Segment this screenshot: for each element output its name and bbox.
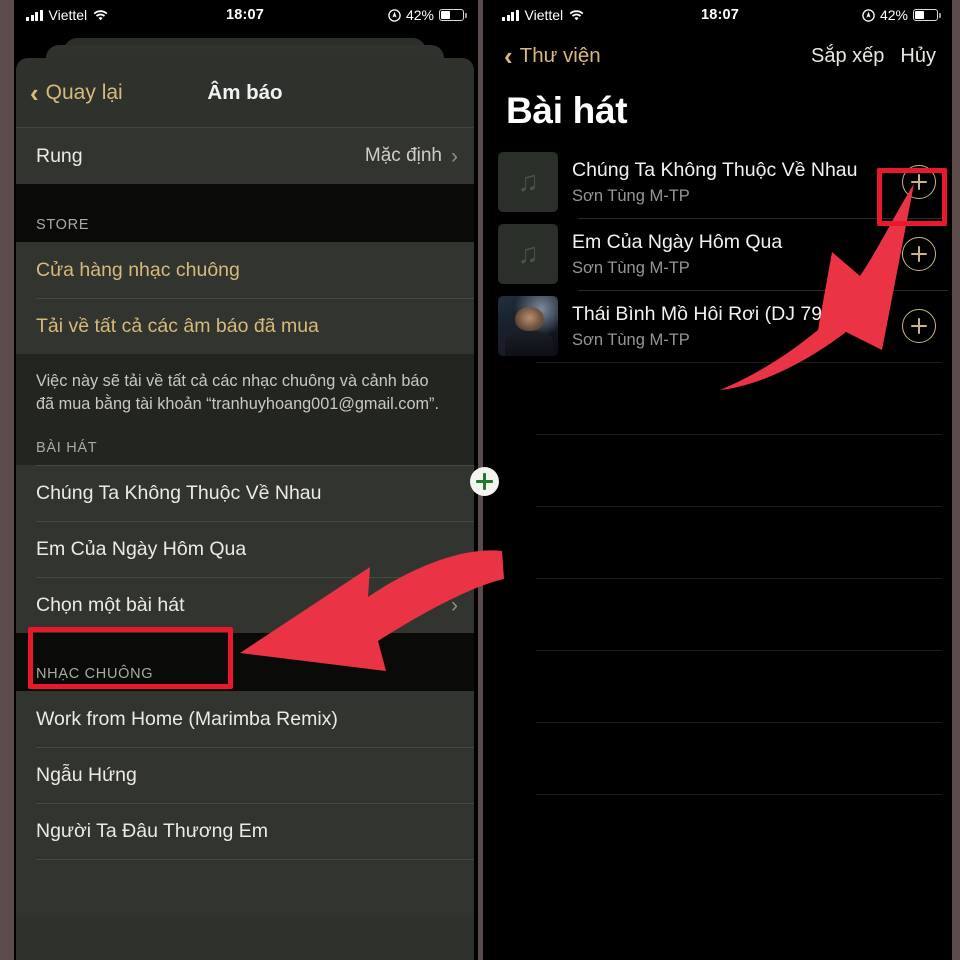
status-bar-right-group: 42% [862, 0, 941, 30]
status-bar-left: Viettel 18:07 42% [16, 0, 474, 30]
battery-percent-label: 42% [879, 7, 908, 23]
song-title: Thái Bình Mồ Hôi Rơi (DJ 79 Remo... [572, 302, 896, 325]
row-vibration[interactable]: Rung Mặc định › [16, 128, 474, 184]
chevron-right-icon: › [451, 144, 458, 168]
song-meta: Thái Bình Mồ Hôi Rơi (DJ 79 Remo... Sơn … [558, 303, 902, 350]
song-title: Em Của Ngày Hôm Qua [572, 230, 783, 253]
status-bar-right-group: 42% [388, 0, 467, 30]
back-button-quay-lai[interactable]: ‹ Quay lại [16, 80, 123, 106]
artwork-body-shape [505, 330, 554, 356]
add-song-button[interactable] [902, 309, 936, 343]
nav-action-group: Sắp xếp Hủy [811, 45, 936, 68]
right-nav-bar: ‹ Thư viện Sắp xếp Hủy [492, 30, 948, 82]
battery-icon [913, 9, 941, 21]
row-download-purchased[interactable]: Tải về tất cả các âm báo đã mua [16, 298, 474, 354]
empty-row [492, 362, 948, 434]
song-list-item[interactable]: Thái Bình Mồ Hôi Rơi (DJ 79 Remo... Sơn … [492, 290, 948, 362]
row-ringtone-partial[interactable] [16, 859, 474, 916]
row-vibration-label: Rung [36, 144, 83, 167]
row-song-2[interactable]: Em Của Ngày Hôm Qua [16, 521, 474, 578]
left-panel-content: Viettel 18:07 42% ‹ Quay lại Âm báo Rung… [16, 0, 474, 960]
section-header-songs: BÀI HÁT [16, 426, 474, 466]
row-ringtone-store-label: Cửa hàng nhạc chuông [36, 258, 240, 281]
cancel-button[interactable]: Hủy [900, 45, 936, 68]
frame-edge-left [0, 0, 14, 960]
empty-row [492, 650, 948, 722]
chevron-left-icon: ‹ [30, 77, 39, 108]
row-choose-a-song-label: Chọn một bài hát [36, 593, 185, 616]
highlight-box-add-button [877, 168, 947, 226]
row-choose-a-song[interactable]: Chọn một bài hát › [16, 577, 474, 634]
chevron-left-icon: ‹ [504, 41, 513, 71]
row-song-1[interactable]: Chúng Ta Không Thuộc Về Nhau [16, 465, 474, 522]
chevron-right-icon: › [451, 593, 458, 617]
row-ringtone-2[interactable]: Ngẫu Hứng [16, 747, 474, 804]
back-button-label: Quay lại [45, 80, 123, 104]
battery-icon [439, 9, 467, 21]
screenshot-root: Viettel 18:07 42% ‹ Quay lại Âm báo Rung… [0, 0, 960, 960]
album-artwork-placeholder: ♫ [498, 152, 558, 212]
highlight-box-choose-song [28, 627, 233, 689]
section-header-store: STORE [36, 217, 90, 233]
right-phone-screen: Viettel 18:07 42% ‹ Thư viện Sắp xếp Hủy… [480, 0, 960, 960]
alert-sound-sheet: ‹ Quay lại Âm báo Rung Mặc định › STORE … [16, 58, 474, 960]
left-nav-bar: ‹ Quay lại Âm báo [16, 58, 474, 128]
album-artwork-placeholder: ♫ [498, 224, 558, 284]
add-badge-icon [470, 467, 499, 496]
row-ringtone-3-label: Người Ta Đâu Thương Em [36, 819, 268, 842]
empty-row [492, 794, 948, 866]
row-ringtone-3[interactable]: Người Ta Đâu Thương Em [16, 803, 474, 860]
status-bar-right: Viettel 18:07 42% [492, 0, 948, 30]
row-song-2-label: Em Của Ngày Hôm Qua [36, 537, 247, 560]
row-download-purchased-label: Tải về tất cả các âm báo đã mua [36, 314, 319, 337]
song-title: Chúng Ta Không Thuộc Về Nhau [572, 158, 858, 181]
right-panel-content: Viettel 18:07 42% ‹ Thư viện Sắp xếp Hủy… [492, 0, 948, 960]
row-song-1-label: Chúng Ta Không Thuộc Về Nhau [36, 481, 322, 504]
back-button-thu-vien[interactable]: ‹ Thư viện [498, 43, 601, 69]
location-icon [388, 8, 401, 22]
song-meta: Chúng Ta Không Thuộc Về Nhau Sơn Tùng M-… [558, 159, 902, 206]
artwork-portrait-shape [514, 306, 544, 331]
back-button-label: Thư viện [519, 44, 601, 67]
empty-list-area [492, 362, 948, 866]
sort-button[interactable]: Sắp xếp [811, 45, 884, 68]
row-vibration-value: Mặc định [364, 145, 442, 166]
song-meta: Em Của Ngày Hôm Qua Sơn Tùng M-TP [558, 231, 902, 278]
row-ringtone-2-label: Ngẫu Hứng [36, 763, 137, 786]
song-list-item[interactable]: ♫ Em Của Ngày Hôm Qua Sơn Tùng M-TP [492, 218, 948, 290]
store-footnote: Việc này sẽ tải về tất cả các nhạc chuôn… [16, 354, 474, 427]
frame-edge-right [952, 0, 960, 960]
song-artist: Sơn Tùng M-TP [572, 258, 690, 277]
battery-percent-label: 42% [405, 7, 434, 23]
section-gap-store: STORE [16, 184, 474, 242]
row-ringtone-1-label: Work from Home (Marimba Remix) [36, 707, 338, 730]
row-ringtone-store[interactable]: Cửa hàng nhạc chuông [16, 242, 474, 298]
location-icon [862, 8, 875, 22]
music-note-icon: ♫ [517, 165, 539, 198]
empty-row [492, 506, 948, 578]
song-artist: Sơn Tùng M-TP [572, 186, 690, 205]
empty-row [492, 722, 948, 794]
empty-row [492, 434, 948, 506]
add-song-button[interactable] [902, 237, 936, 271]
album-artwork-photo [498, 296, 558, 356]
row-ringtone-1[interactable]: Work from Home (Marimba Remix) [16, 691, 474, 748]
songs-page-title: Bài hát [506, 90, 628, 131]
empty-row [492, 578, 948, 650]
song-artist: Sơn Tùng M-TP [572, 330, 690, 349]
left-phone-screen: Viettel 18:07 42% ‹ Quay lại Âm báo Rung… [0, 0, 480, 960]
music-note-icon: ♫ [517, 237, 539, 270]
